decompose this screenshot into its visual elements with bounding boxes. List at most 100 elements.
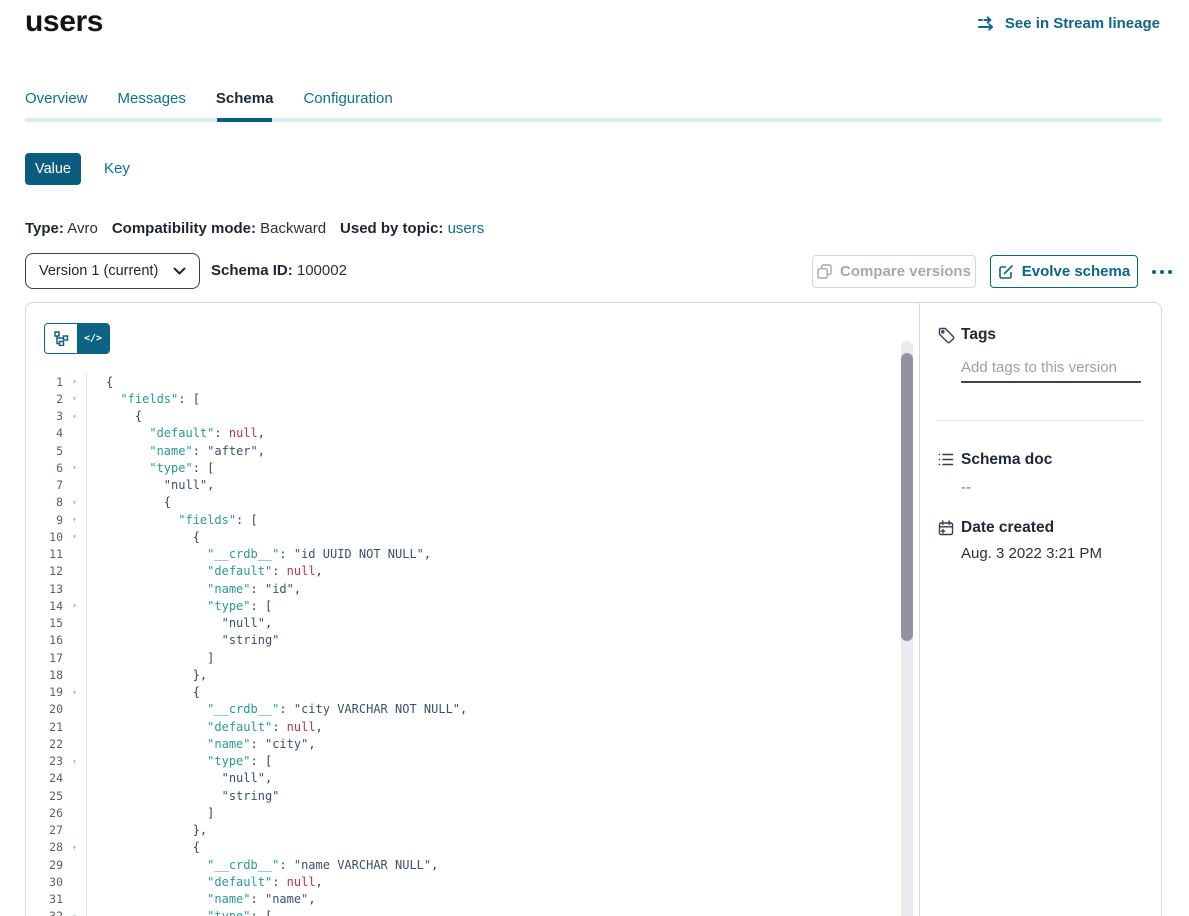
schema-sidebar: Tags Schema doc -- Date created Aug. 3 2…: [920, 303, 1163, 916]
fold-toggle-icon[interactable]: ▾: [63, 463, 86, 472]
code-line: 17 ]: [26, 649, 900, 666]
key-toggle-button[interactable]: Key: [104, 160, 130, 177]
code-text: "null",: [86, 478, 214, 492]
line-number: 3: [26, 409, 63, 423]
code-line: 25 "string": [26, 787, 900, 804]
tab-overview[interactable]: Overview: [25, 90, 88, 107]
code-line: 32▾ "type": [: [26, 908, 900, 916]
active-tab-indicator: [217, 118, 272, 122]
code-text: "null",: [86, 771, 272, 785]
page-title: users: [25, 5, 103, 39]
version-select[interactable]: Version 1 (current): [25, 253, 200, 289]
lineage-link-label: See in Stream lineage: [1005, 15, 1160, 32]
ellipsis-icon: [1152, 270, 1156, 274]
stream-lineage-icon: [978, 16, 997, 31]
schema-id-label: Schema ID:: [211, 262, 293, 279]
code-line: 8▾ {: [26, 494, 900, 511]
schema-doc-section-title: Schema doc: [961, 451, 1052, 469]
evolve-schema-button[interactable]: Evolve schema: [990, 255, 1138, 288]
edit-icon: [998, 264, 1014, 280]
schema-panel: </> 1▾{2▾ "fields": [3▾ {4 "default": nu…: [25, 302, 1162, 916]
schema-code-editor[interactable]: 1▾{2▾ "fields": [3▾ {4 "default": null,5…: [26, 373, 900, 916]
code-line: 14▾ "type": [: [26, 597, 900, 614]
line-number: 11: [26, 547, 63, 561]
topic-link[interactable]: users: [448, 220, 485, 237]
code-text: "__crdb__": "city VARCHAR NOT NULL",: [86, 702, 467, 716]
fold-toggle-icon[interactable]: ▾: [63, 532, 86, 541]
line-number: 31: [26, 892, 63, 906]
code-text: "name": "id",: [86, 582, 301, 596]
code-text: "default": null,: [86, 720, 323, 734]
code-text: {: [86, 495, 171, 509]
code-view-icon: </>: [84, 333, 102, 344]
line-number: 14: [26, 599, 63, 613]
code-text: "type": [: [86, 909, 272, 916]
line-number: 19: [26, 685, 63, 699]
code-text: "type": [: [86, 599, 272, 613]
fold-toggle-icon[interactable]: ▾: [63, 377, 86, 386]
editor-scrollbar-thumb[interactable]: [901, 353, 913, 641]
code-line: 10▾ {: [26, 528, 900, 545]
value-toggle-button[interactable]: Value: [25, 153, 81, 185]
code-text: "name": "name",: [86, 892, 316, 906]
line-number: 26: [26, 806, 63, 820]
fold-toggle-icon[interactable]: ▾: [63, 912, 86, 916]
tab-messages[interactable]: Messages: [118, 90, 186, 107]
code-text: "fields": [: [86, 513, 258, 527]
code-line: 28▾ {: [26, 839, 900, 856]
tree-view-button[interactable]: [45, 324, 77, 353]
code-line: 27 },: [26, 822, 900, 839]
compare-versions-button[interactable]: Compare versions: [812, 255, 976, 288]
calendar-add-icon: [938, 520, 955, 537]
code-line: 18 },: [26, 666, 900, 683]
tab-schema[interactable]: Schema: [216, 90, 274, 107]
more-actions-button[interactable]: [1144, 255, 1180, 288]
code-line: 6▾ "type": [: [26, 459, 900, 476]
code-line: 7 "null",: [26, 477, 900, 494]
tags-input[interactable]: [961, 353, 1141, 383]
code-text: "type": [: [86, 461, 214, 475]
line-number: 23: [26, 754, 63, 768]
fold-toggle-icon[interactable]: ▾: [63, 515, 86, 524]
tab-configuration[interactable]: Configuration: [303, 90, 392, 107]
used-by-topic-field: Used by topic: users: [340, 220, 484, 237]
code-view-button[interactable]: </>: [77, 324, 109, 353]
code-text: "type": [: [86, 754, 272, 768]
fold-toggle-icon[interactable]: ▾: [63, 757, 86, 766]
fold-toggle-icon[interactable]: ▾: [63, 394, 86, 403]
code-line: 31 "name": "name",: [26, 891, 900, 908]
code-text: ]: [86, 806, 214, 820]
line-number: 25: [26, 789, 63, 803]
line-number: 29: [26, 858, 63, 872]
code-line: 11 "__crdb__": "id UUID NOT NULL",: [26, 546, 900, 563]
code-text: "name": "after",: [86, 444, 265, 458]
type-field: Type: Avro: [25, 220, 98, 237]
compatibility-label: Compatibility mode:: [112, 220, 256, 237]
code-text: ]: [86, 651, 214, 665]
code-text: },: [86, 668, 207, 682]
code-text: "default": null,: [86, 564, 323, 578]
code-line: 5 "name": "after",: [26, 442, 900, 459]
fold-toggle-icon[interactable]: ▾: [63, 412, 86, 421]
schema-meta-row: Type: Avro Compatibility mode: Backward …: [25, 220, 484, 237]
fold-toggle-icon[interactable]: ▾: [63, 843, 86, 852]
code-line: 23▾ "type": [: [26, 753, 900, 770]
line-number: 18: [26, 668, 63, 682]
code-line: 9▾ "fields": [: [26, 511, 900, 528]
see-in-stream-lineage-link[interactable]: See in Stream lineage: [978, 15, 1160, 32]
fold-toggle-icon[interactable]: ▾: [63, 601, 86, 610]
editor-view-toggle: </>: [44, 323, 110, 354]
tab-underline-track: [25, 118, 1162, 122]
tab-bar: Overview Messages Schema Configuration: [25, 90, 393, 107]
code-line: 2▾ "fields": [: [26, 390, 900, 407]
code-text: "__crdb__": "name VARCHAR NULL",: [86, 858, 438, 872]
line-number: 32: [26, 909, 63, 916]
compatibility-value: Backward: [260, 220, 326, 237]
code-text: "null",: [86, 616, 272, 630]
code-text: {: [86, 375, 113, 389]
line-number: 13: [26, 582, 63, 596]
fold-toggle-icon[interactable]: ▾: [63, 498, 86, 507]
fold-toggle-icon[interactable]: ▾: [63, 688, 86, 697]
code-text: "string": [86, 633, 279, 647]
code-line: 21 "default": null,: [26, 718, 900, 735]
